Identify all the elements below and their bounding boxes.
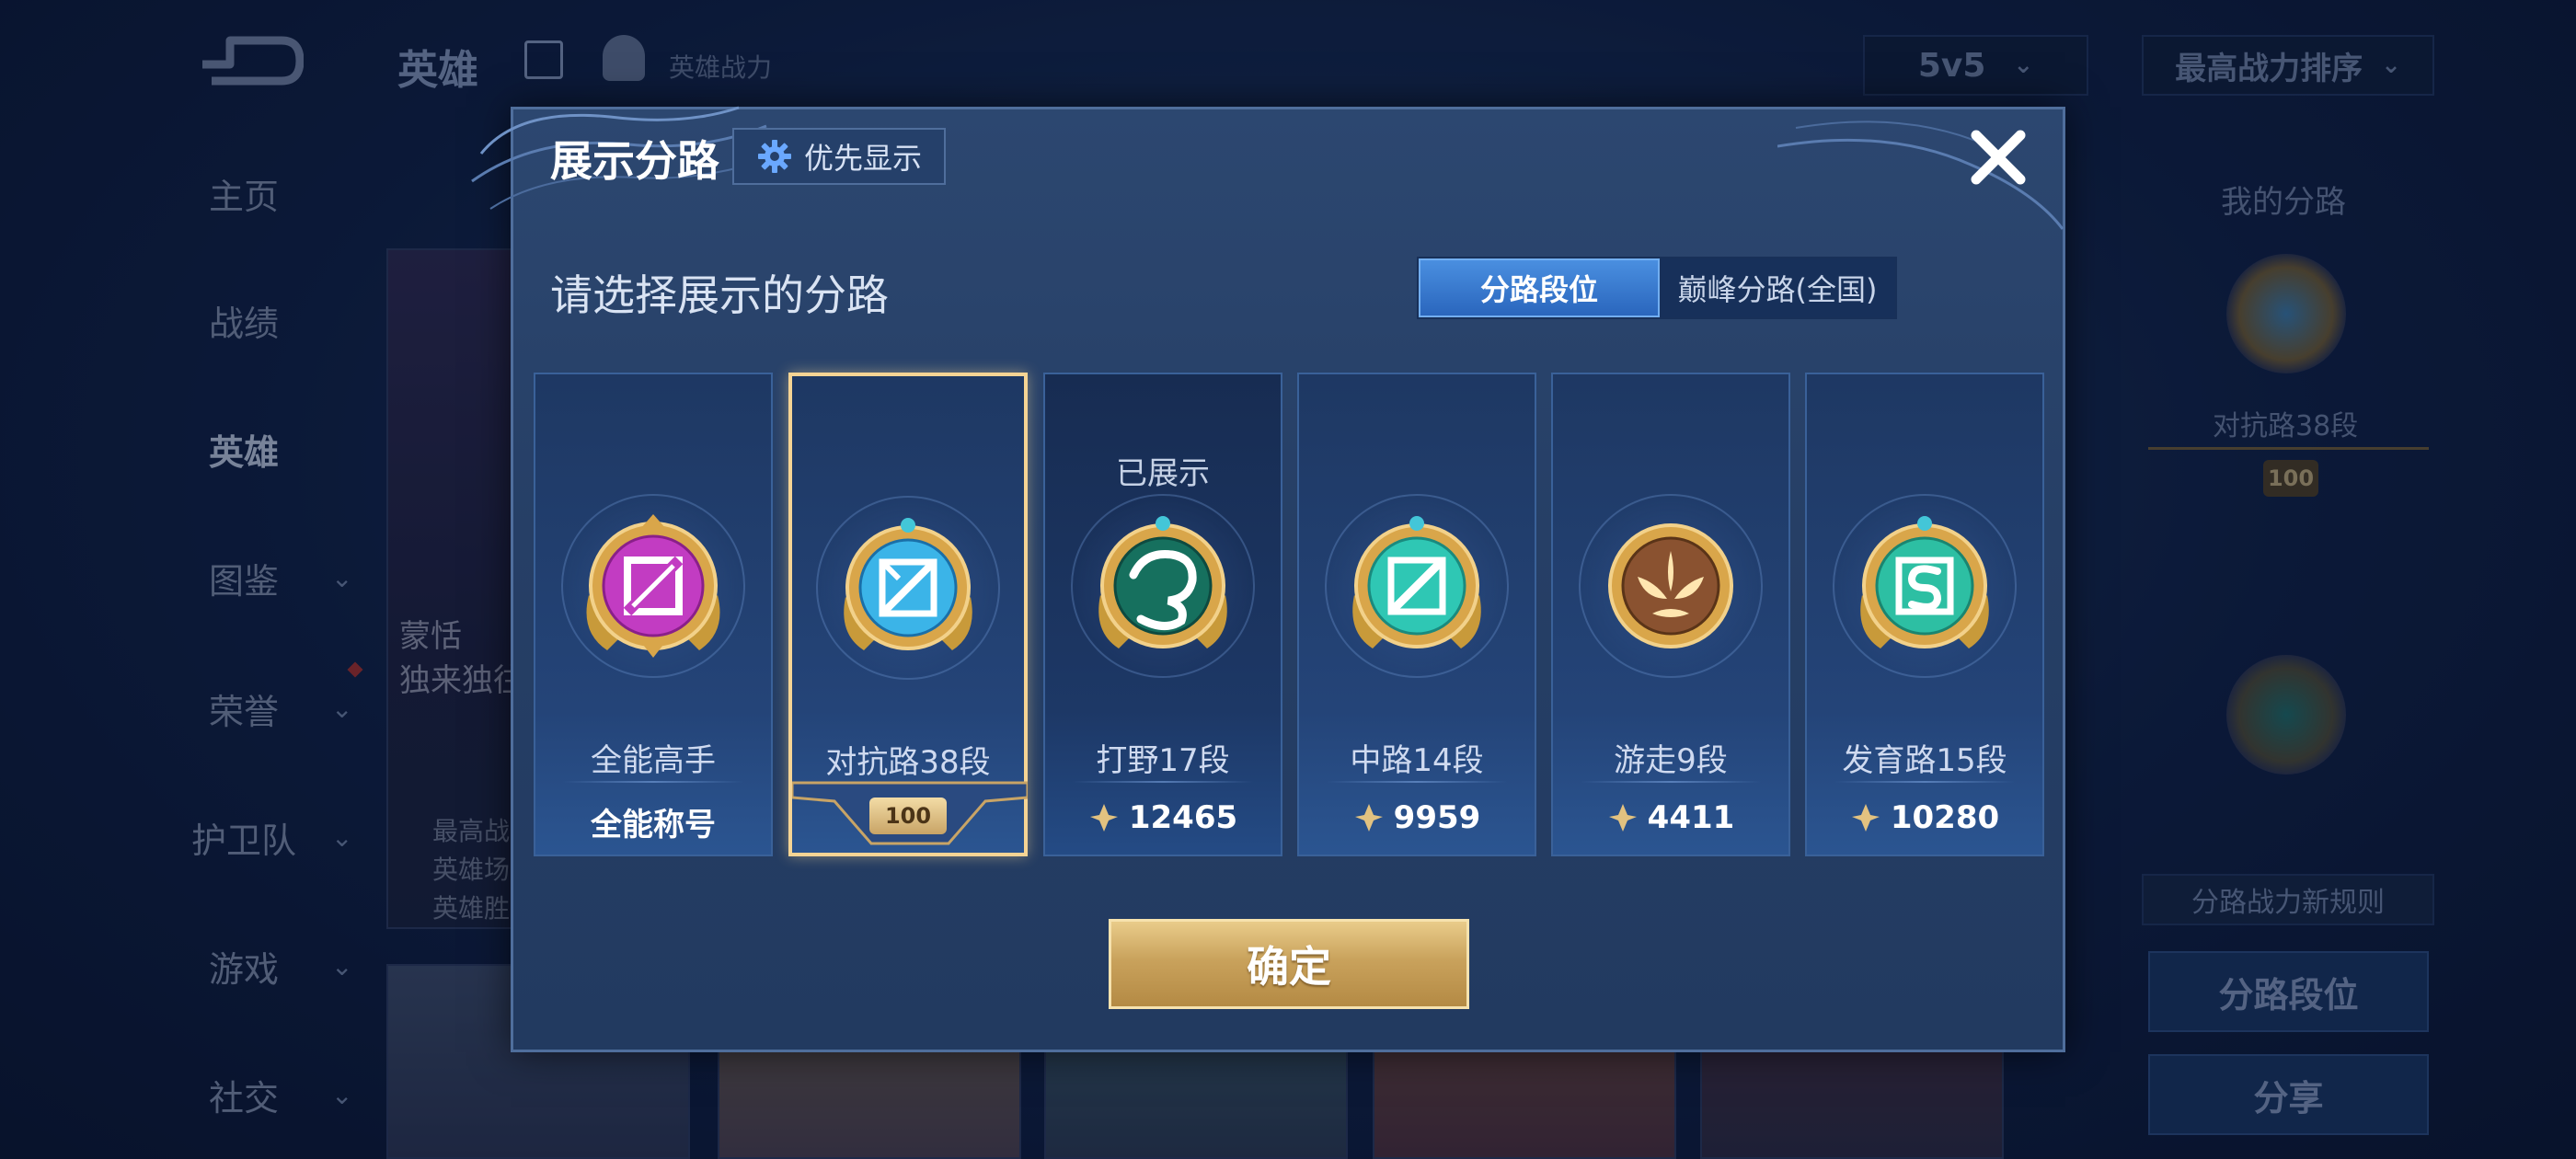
lane-power-value: 4411 (1647, 799, 1735, 836)
divider (1834, 781, 2015, 783)
lane-power-value: 12465 (1128, 799, 1238, 836)
lane-name: 发育路15段 (1842, 742, 2007, 779)
tab-peak-lane[interactable]: 巅峰分路(全国) (1660, 258, 1895, 317)
lane-power-value: 9959 (1393, 799, 1481, 836)
power-icon (1089, 804, 1118, 832)
lane-stat-value: 全能称号 (591, 807, 716, 843)
lane-card-roam[interactable]: 游走9段 4411 (1551, 373, 1790, 856)
confirm-button[interactable]: 确定 (1109, 919, 1469, 1009)
lane-name: 对抗路38段 (825, 744, 991, 781)
lane-card-mid[interactable]: 中路14段 9959 (1297, 373, 1536, 856)
clash-badge-icon (844, 518, 972, 650)
lane-power-value: 10280 (1890, 799, 2000, 836)
mid-badge-icon (1352, 516, 1481, 648)
lane-name: 打野17段 (1096, 742, 1230, 779)
dialog-title: 展示分路 (550, 136, 719, 186)
roam-badge-icon (1608, 523, 1733, 648)
lane-power: 10280 (1807, 799, 2042, 836)
lane-power: 4411 (1553, 799, 1788, 836)
lane-name: 全能高手 (591, 742, 716, 779)
power-icon (1354, 804, 1383, 832)
lane-power: 9959 (1299, 799, 1535, 836)
lane-name: 游走9段 (1614, 742, 1728, 779)
lane-name: 中路14段 (1350, 742, 1484, 779)
jungle-badge-icon (1098, 516, 1227, 648)
lane-card-all-round[interactable]: 全能高手 全能称号 (534, 373, 773, 856)
close-icon[interactable] (1965, 124, 2031, 190)
rank-plate-number: 100 (869, 798, 947, 834)
shown-tag: 已展示 (1116, 455, 1210, 492)
lane-display-dialog: 展示分路 优先显示 请选择展示的分路 分路段位 巅峰分路(全国) 全能高手 全能… (471, 106, 2065, 1052)
lane-card-clash[interactable]: 对抗路38段 100 (788, 373, 1028, 856)
priority-display-label: 优先显示 (803, 141, 922, 176)
power-icon (1608, 804, 1637, 832)
lane-power: 12465 (1045, 799, 1281, 836)
lane-mode-toggle: 分路段位 巅峰分路(全国) (1417, 257, 1897, 319)
lane-list: 全能高手 全能称号 对抗路38段 100 已展示 打野17段 12465 中路1… (534, 373, 2047, 860)
gear-icon (757, 140, 791, 173)
tab-lane-rank[interactable]: 分路段位 (1419, 258, 1660, 317)
dialog-subtitle: 请选择展示的分路 (550, 270, 889, 320)
farm-badge-icon (1860, 516, 1989, 648)
divider (563, 781, 743, 783)
lane-card-farm[interactable]: 发育路15段 10280 (1805, 373, 2044, 856)
lane-card-jungle[interactable]: 已展示 打野17段 12465 (1043, 373, 1282, 856)
priority-display-button[interactable]: 优先显示 (732, 128, 946, 185)
power-icon (1851, 804, 1880, 832)
all-round-badge-icon (586, 514, 720, 658)
divider (1327, 781, 1507, 783)
divider (1581, 781, 1761, 783)
lane-title-label: 全能称号 (535, 799, 771, 844)
divider (1073, 781, 1253, 783)
